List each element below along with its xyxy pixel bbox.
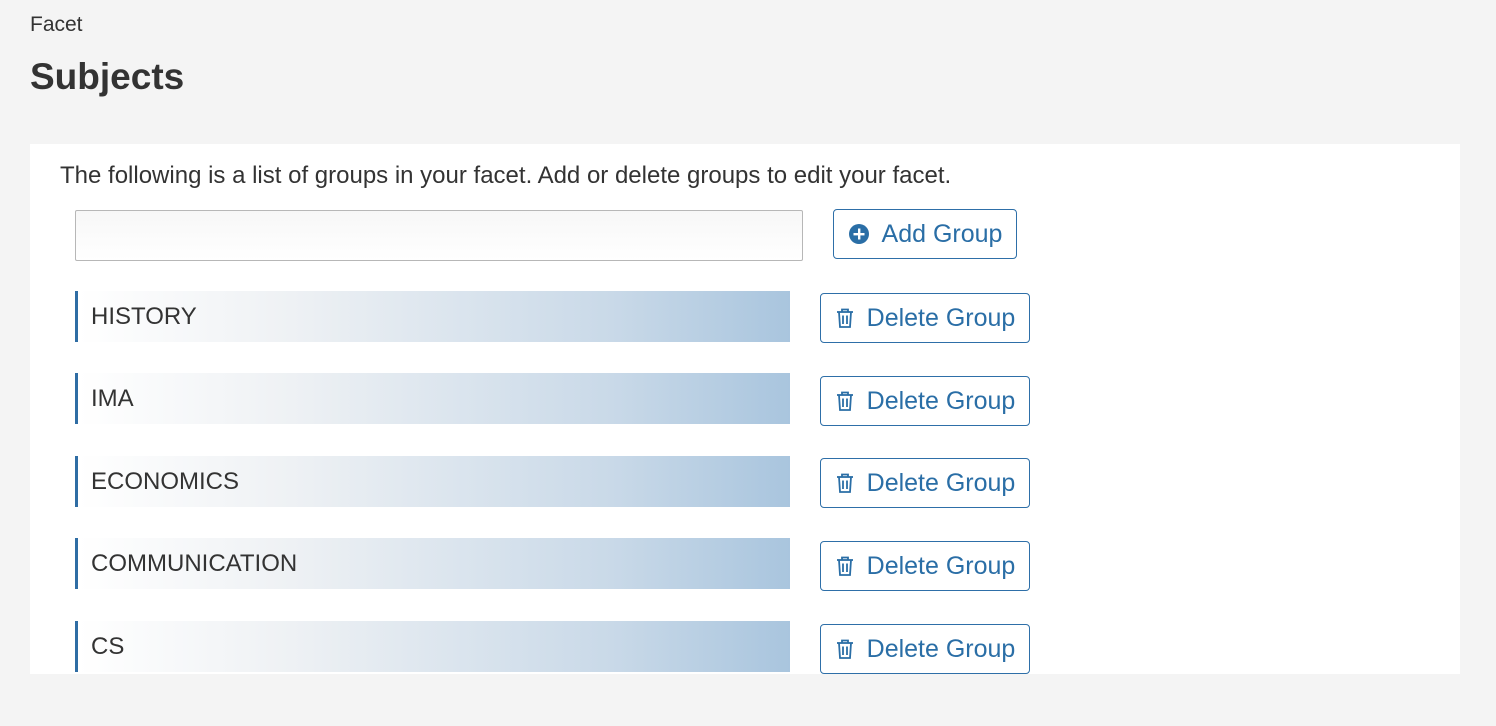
new-group-input[interactable] <box>75 210 803 261</box>
group-name: COMMUNICATION <box>91 549 298 577</box>
group-row-cs: CS <box>75 621 790 672</box>
delete-group-label: Delete Group <box>866 551 1016 580</box>
panel-intro-text: The following is a list of groups in you… <box>60 162 952 189</box>
delete-group-label: Delete Group <box>866 386 1016 415</box>
delete-group-button-cs[interactable]: Delete Group <box>820 624 1030 674</box>
add-group-label: Add Group <box>881 219 1003 248</box>
trash-icon <box>835 390 855 412</box>
group-row-communication: COMMUNICATION <box>75 538 790 589</box>
trash-icon <box>835 555 855 577</box>
group-row-economics: ECONOMICS <box>75 456 790 507</box>
delete-group-label: Delete Group <box>866 634 1016 663</box>
trash-icon <box>835 638 855 660</box>
add-group-button[interactable]: Add Group <box>833 209 1017 259</box>
group-name: CS <box>91 632 125 660</box>
plus-circle-icon <box>848 223 870 245</box>
trash-icon <box>835 472 855 494</box>
group-name: ECONOMICS <box>91 467 240 495</box>
delete-group-button-economics[interactable]: Delete Group <box>820 458 1030 508</box>
group-row-history: HISTORY <box>75 291 790 342</box>
delete-group-button-communication[interactable]: Delete Group <box>820 541 1030 591</box>
group-name: IMA <box>91 384 134 412</box>
delete-group-label: Delete Group <box>866 468 1016 497</box>
groups-panel: The following is a list of groups in you… <box>30 144 1460 674</box>
facet-label: Facet <box>30 13 83 36</box>
delete-group-button-history[interactable]: Delete Group <box>820 293 1030 343</box>
group-row-ima: IMA <box>75 373 790 424</box>
group-name: HISTORY <box>91 302 197 330</box>
page-title: Subjects <box>30 56 185 97</box>
delete-group-label: Delete Group <box>866 303 1016 332</box>
trash-icon <box>835 307 855 329</box>
delete-group-button-ima[interactable]: Delete Group <box>820 376 1030 426</box>
